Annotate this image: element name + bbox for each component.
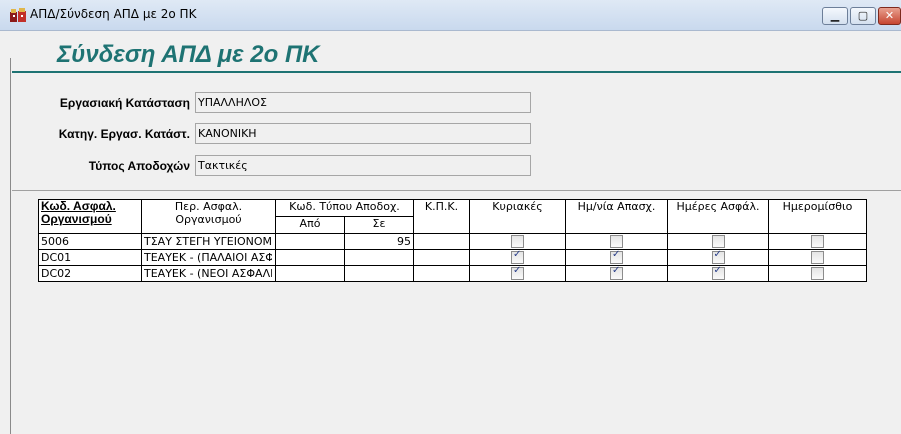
insurance-grid: Κωδ. Ασφαλ. Οργανισμού Περ. Ασφαλ. Οργαν… bbox=[38, 199, 867, 282]
employment-status-field[interactable]: ΥΠΑΛΛΗΛΟΣ bbox=[195, 92, 531, 113]
cell-description[interactable]: ΤΣΑΥ ΣΤΕΓΗ ΥΓΕΙΟΝΟΜΙΚΩΝ bbox=[141, 233, 276, 250]
header-from-label: Από bbox=[299, 217, 321, 230]
column-header-description[interactable]: Περ. Ασφαλ. Οργανισμού bbox=[141, 199, 276, 234]
header-code-label: Κωδ. Ασφαλ. Οργανισμού bbox=[41, 199, 116, 226]
header-insurance-days-label: Ημέρες Ασφάλ. bbox=[676, 200, 760, 213]
form-heading: Σύνδεση ΑΠΔ με 2ο ΠΚ bbox=[57, 41, 320, 68]
employment-category-field[interactable]: ΚΑΝΟΝΙΚΗ bbox=[195, 123, 531, 144]
app-window: ΑΠΔ/Σύνδεση ΑΠΔ με 2ο ΠΚ ▁ ▢ ✕ Σύνδεση Α… bbox=[0, 0, 901, 434]
field-label-employment-category: Κατηγ. Εργασ. Κατάστ. bbox=[58, 127, 190, 141]
cell-from[interactable] bbox=[275, 233, 345, 250]
heading-underline bbox=[12, 71, 901, 73]
cell-from[interactable] bbox=[275, 265, 345, 282]
cell-sundays bbox=[469, 249, 566, 266]
cell-description[interactable]: ΤΕΑΥΕΚ - (ΠΑΛΑΙΟΙ ΑΣΦΑΛΙΣΜΕΝΟΙ) bbox=[141, 249, 276, 266]
close-icon: ✕ bbox=[884, 9, 895, 22]
cell-from[interactable] bbox=[275, 249, 345, 266]
cell-code[interactable]: DC02 bbox=[38, 265, 142, 282]
cell-daily-wage bbox=[768, 233, 867, 250]
cell-insurance-days bbox=[667, 249, 769, 266]
cell-kpk[interactable] bbox=[413, 249, 470, 266]
cell-code[interactable]: 5006 bbox=[38, 233, 142, 250]
cell-insurance-days bbox=[667, 265, 769, 282]
column-header-to[interactable]: Σε bbox=[344, 216, 414, 234]
cell-description[interactable]: ΤΕΑΥΕΚ - (ΝΕΟΙ ΑΣΦΑΛΙΣΜΕΝΟΙ) bbox=[141, 265, 276, 282]
header-sundays-label: Κυριακές bbox=[492, 200, 543, 213]
cell-work-days bbox=[565, 265, 668, 282]
table-row[interactable]: 5006 ΤΣΑΥ ΣΤΕΓΗ ΥΓΕΙΟΝΟΜΙΚΩΝ 95 bbox=[38, 233, 867, 250]
insurance-days-checkbox[interactable] bbox=[711, 267, 725, 281]
daily-wage-checkbox[interactable] bbox=[811, 251, 824, 265]
column-header-work-days[interactable]: Ημ/νία Απασχ. bbox=[565, 199, 668, 234]
header-description-label: Περ. Ασφαλ. Οργανισμού bbox=[174, 200, 243, 226]
header-to-label: Σε bbox=[372, 217, 386, 230]
column-header-code[interactable]: Κωδ. Ασφαλ. Οργανισμού bbox=[38, 199, 142, 234]
cell-insurance-days bbox=[667, 233, 769, 250]
column-header-insurance-days[interactable]: Ημέρες Ασφάλ. bbox=[667, 199, 769, 234]
field-label-employment-status: Εργασιακή Κατάσταση bbox=[59, 96, 190, 110]
header-earnings-type-label: Κωδ. Τύπου Αποδοχ. bbox=[289, 200, 400, 213]
header-kpk-label: Κ.Π.Κ. bbox=[424, 200, 459, 213]
cell-description-text: ΤΕΑΥΕΚ - (ΠΑΛΑΙΟΙ ΑΣΦΑΛΙΣΜΕΝΟΙ) bbox=[144, 251, 272, 264]
cell-work-days bbox=[565, 249, 668, 266]
window-title: ΑΠΔ/Σύνδεση ΑΠΔ με 2ο ΠΚ bbox=[30, 7, 197, 21]
sundays-checkbox[interactable] bbox=[511, 251, 524, 265]
work-days-checkbox[interactable] bbox=[610, 251, 623, 265]
cell-to[interactable] bbox=[344, 249, 414, 266]
field-label-earnings-type: Τύπος Αποδοχών bbox=[88, 159, 190, 173]
minimize-button[interactable]: ▁ bbox=[822, 7, 848, 25]
cell-code[interactable]: DC01 bbox=[38, 249, 142, 266]
table-row[interactable]: DC02 ΤΕΑΥΕΚ - (ΝΕΟΙ ΑΣΦΑΛΙΣΜΕΝΟΙ) bbox=[38, 265, 867, 282]
column-header-daily-wage[interactable]: Ημερομίσθιο bbox=[768, 199, 867, 234]
app-icon bbox=[10, 8, 26, 22]
cell-kpk[interactable] bbox=[413, 265, 470, 282]
cell-description-text: ΤΕΑΥΕΚ - (ΝΕΟΙ ΑΣΦΑΛΙΣΜΕΝΟΙ) bbox=[144, 267, 272, 280]
maximize-button[interactable]: ▢ bbox=[850, 7, 876, 25]
daily-wage-checkbox[interactable] bbox=[811, 267, 824, 281]
column-header-earnings-type[interactable]: Κωδ. Τύπου Αποδοχ. bbox=[275, 199, 414, 217]
insurance-days-checkbox[interactable] bbox=[711, 251, 725, 265]
header-work-days-label: Ημ/νία Απασχ. bbox=[577, 200, 656, 213]
cell-description-text: ΤΣΑΥ ΣΤΕΓΗ ΥΓΕΙΟΝΟΜΙΚΩΝ bbox=[144, 235, 272, 248]
cell-kpk[interactable] bbox=[413, 233, 470, 250]
close-button[interactable]: ✕ bbox=[878, 7, 901, 25]
cell-daily-wage bbox=[768, 249, 867, 266]
column-header-kpk[interactable]: Κ.Π.Κ. bbox=[413, 199, 470, 234]
cell-sundays bbox=[469, 233, 566, 250]
maximize-icon: ▢ bbox=[857, 9, 869, 22]
section-divider bbox=[12, 190, 901, 191]
sundays-checkbox[interactable] bbox=[511, 267, 524, 281]
title-bar[interactable]: ΑΠΔ/Σύνδεση ΑΠΔ με 2ο ΠΚ ▁ ▢ ✕ bbox=[0, 0, 901, 31]
work-days-checkbox[interactable] bbox=[610, 235, 623, 249]
earnings-type-field[interactable]: Τακτικές bbox=[195, 155, 531, 176]
work-days-checkbox[interactable] bbox=[610, 267, 623, 281]
minimize-icon: ▁ bbox=[830, 9, 840, 22]
sundays-checkbox[interactable] bbox=[511, 235, 524, 249]
daily-wage-checkbox[interactable] bbox=[811, 235, 824, 249]
insurance-days-checkbox[interactable] bbox=[711, 235, 725, 249]
cell-daily-wage bbox=[768, 265, 867, 282]
frame-border bbox=[10, 58, 11, 434]
cell-to[interactable]: 95 bbox=[344, 233, 414, 250]
column-header-sundays[interactable]: Κυριακές bbox=[469, 199, 566, 234]
cell-to[interactable] bbox=[344, 265, 414, 282]
cell-sundays bbox=[469, 265, 566, 282]
column-header-from[interactable]: Από bbox=[275, 216, 345, 234]
header-daily-wage-label: Ημερομίσθιο bbox=[782, 200, 853, 213]
table-row[interactable]: DC01 ΤΕΑΥΕΚ - (ΠΑΛΑΙΟΙ ΑΣΦΑΛΙΣΜΕΝΟΙ) bbox=[38, 249, 867, 266]
cell-work-days bbox=[565, 233, 668, 250]
